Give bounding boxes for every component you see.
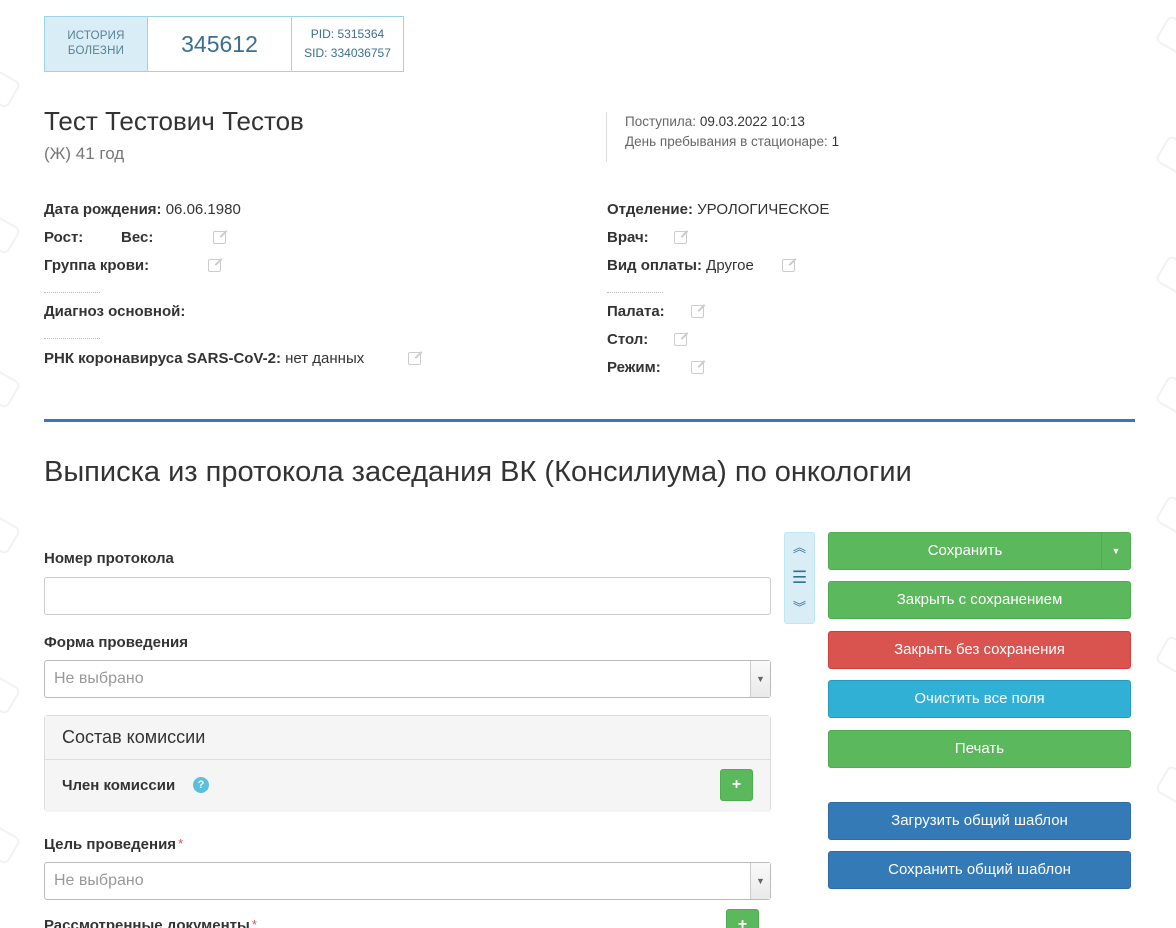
edit-table-icon[interactable] [674,333,687,346]
select-arrow-icon: ▼ [750,661,770,697]
diagnosis-label: Диагноз основной: [44,303,186,320]
record-ids: PID: 5315364 SID: 334036757 [292,17,403,71]
divider-dotted [607,292,663,293]
save-label: Сохранить [927,542,1003,559]
chevrons-up-icon[interactable]: ︽ [785,533,814,563]
protocol-input[interactable] [44,577,771,615]
required-mark: * [251,917,257,928]
payment-label: Вид оплаты: [607,257,702,274]
record-id-box: ИСТОРИЯ БОЛЕЗНИ 345612 PID: 5315364 SID:… [44,16,404,72]
dob-field: Дата рождения: 06.06.1980 [44,201,241,218]
menu-icon[interactable]: ☰ [785,563,814,593]
goal-select[interactable]: Не выбрано ▼ [44,862,771,900]
watermark-right [1154,0,1176,928]
scroll-nav: ︽ ☰ ︾ [784,532,815,624]
goal-value: Не выбрано [54,872,144,889]
edit-blood-icon[interactable] [208,259,221,272]
protocol-label: Номер протокола [44,550,174,567]
save-template-button[interactable]: Сохранить общий шаблон [828,851,1131,889]
goal-label: Цель проведения * [44,836,183,853]
goal-label-text: Цель проведения [44,836,177,853]
diagnosis-field: Диагноз основной: [44,303,185,320]
edit-covid-icon[interactable] [408,352,421,365]
admitted-value: 09.03.2022 10:13 [699,114,805,129]
pid: PID: 5315364 [310,27,385,41]
record-label: ИСТОРИЯ БОЛЕЗНИ [45,17,148,71]
commission-body: Член комиссии ? + [45,760,770,812]
chevrons-down-icon[interactable]: ︾ [785,593,814,623]
edit-regime-icon[interactable] [691,361,704,374]
covid-label: РНК коронавируса SARS-CoV-2: [44,350,281,367]
divider-dotted [44,292,100,293]
weight-label: Вес: [121,229,154,246]
dob-value: 06.06.1980 [165,201,241,218]
stay-line: День пребывания в стационаре: 1 [625,132,839,152]
form-type-value: Не выбрано [54,670,144,687]
admitted-line: Поступила: 09.03.2022 10:13 [625,112,839,132]
commission-title: Состав комиссии [45,716,770,760]
caret-down-icon[interactable]: ▼ [1101,533,1130,569]
record-number: 345612 [148,17,292,71]
add-document-button[interactable]: + [726,909,759,928]
payment-value: Другое [706,257,754,274]
department-field: Отделение: УРОЛОГИЧЕСКОЕ [607,201,829,218]
patient-name: Тест Тестович Тестов [44,106,304,136]
add-member-button[interactable]: + [720,769,753,801]
record-label-line1: ИСТОРИЯ [67,30,125,42]
weight-field: Вес: [121,229,153,246]
stay-label: День пребывания в стационаре: [625,134,828,149]
clear-fields-button[interactable]: Очистить все поля [828,680,1131,718]
required-mark: * [178,836,184,851]
dob-label: Дата рождения: [44,201,162,218]
department-label: Отделение: [607,201,693,218]
sid: SID: 334036757 [304,46,391,60]
ward-field: Палата: [607,303,665,320]
docs-label-text: Рассмотренные документы [44,917,250,928]
height-field: Рост: [44,229,83,246]
form-type-label: Форма проведения [44,634,188,651]
close-nosave-button[interactable]: Закрыть без сохранения [828,631,1131,669]
document-title: Выписка из протокола заседания ВК (Конси… [44,456,912,488]
section-divider [44,419,1135,422]
payment-field: Вид оплаты: Другое [607,257,754,274]
edit-payment-icon[interactable] [782,259,795,272]
member-label: Член комиссии [62,777,176,794]
covid-field: РНК коронавируса SARS-CoV-2: нет данных [44,350,364,367]
height-label: Рост: [44,229,84,246]
stay-value: 1 [831,134,840,149]
commission-panel: Состав комиссии Член комиссии ? + [44,715,771,812]
covid-value: нет данных [285,350,365,367]
table-label: Стол: [607,331,649,348]
table-field: Стол: [607,331,648,348]
blood-label: Группа крови: [44,257,150,274]
print-button[interactable]: Печать [828,730,1131,768]
edit-height-weight-icon[interactable] [213,231,226,244]
help-icon[interactable]: ? [193,777,209,793]
watermark-left [0,0,22,928]
docs-label: Рассмотренные документы * [44,917,257,928]
ward-label: Палата: [607,303,665,320]
department-value: УРОЛОГИЧЕСКОЕ [697,201,830,218]
doctor-label: Врач: [607,229,649,246]
record-label-line2: БОЛЕЗНИ [67,45,125,57]
admitted-label: Поступила: [625,114,697,129]
form-type-select[interactable]: Не выбрано ▼ [44,660,771,698]
edit-ward-icon[interactable] [691,305,704,318]
divider-dotted [44,338,100,339]
select-arrow-icon: ▼ [750,863,770,899]
regime-label: Режим: [607,359,661,376]
regime-field: Режим: [607,359,661,376]
blood-field: Группа крови: [44,257,149,274]
close-save-button[interactable]: Закрыть с сохранением [828,581,1131,619]
patient-sex-age: (Ж) 41 год [44,144,125,163]
doctor-field: Врач: [607,229,649,246]
load-template-button[interactable]: Загрузить общий шаблон [828,802,1131,840]
edit-doctor-icon[interactable] [674,231,687,244]
save-button[interactable]: Сохранить ▼ [828,532,1131,570]
admission-info: Поступила: 09.03.2022 10:13 День пребыва… [606,112,839,162]
